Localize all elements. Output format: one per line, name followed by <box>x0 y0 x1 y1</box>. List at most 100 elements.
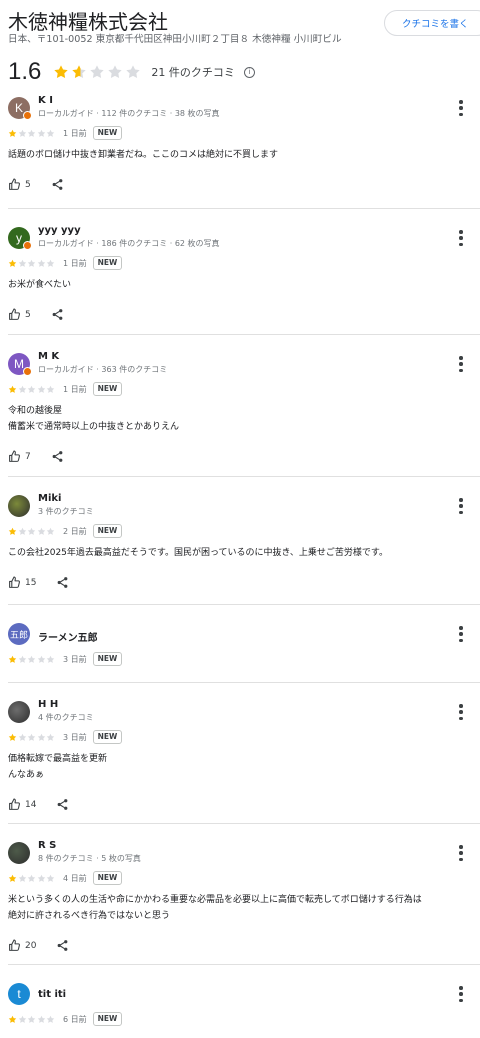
star-icon <box>8 874 17 882</box>
star-icon <box>46 1015 55 1023</box>
share-icon[interactable] <box>56 576 69 589</box>
review-divider <box>8 823 480 824</box>
share-icon[interactable] <box>56 939 69 952</box>
share-icon[interactable] <box>51 308 64 321</box>
review-divider <box>8 334 480 335</box>
review-rating: 1 日前 NEW <box>8 382 123 396</box>
more-options-icon[interactable] <box>458 845 464 861</box>
star-icon <box>27 874 36 882</box>
info-icon[interactable]: i <box>243 66 255 78</box>
star-icon <box>72 65 87 79</box>
like-count: 7 <box>25 451 31 462</box>
reviewer-name[interactable]: K I <box>38 95 53 106</box>
like-button[interactable]: 5 <box>8 308 31 321</box>
star-icon <box>46 527 55 535</box>
like-button[interactable]: 20 <box>8 939 36 952</box>
star-icon <box>37 129 45 137</box>
like-button[interactable]: 14 <box>8 798 36 811</box>
star-icon <box>54 65 69 79</box>
like-count: 14 <box>25 799 37 810</box>
thumbs-up-icon <box>9 178 20 190</box>
like-button[interactable]: 7 <box>8 450 31 463</box>
reviewer-name[interactable]: H H <box>38 699 58 710</box>
like-button[interactable]: 5 <box>8 178 31 191</box>
review-rating: 3 日前 NEW <box>8 652 123 666</box>
like-count: 15 <box>25 577 37 588</box>
star-icon <box>18 733 26 741</box>
thumbs-up-icon <box>9 798 20 810</box>
review-actions: 20 <box>8 939 69 952</box>
review-text: 絶対に許されるべき行為ではないと思う <box>8 911 171 921</box>
reviewer-meta: 3 件のクチコミ <box>38 507 94 516</box>
share-icon[interactable] <box>51 178 64 191</box>
star-icon <box>37 259 45 267</box>
write-review-button[interactable]: クチコミを書く <box>384 10 480 36</box>
star-icon <box>126 65 141 79</box>
reviewer-name[interactable]: ラーメン五郎 <box>38 629 98 644</box>
more-options-icon[interactable] <box>458 100 464 116</box>
star-icon <box>37 655 45 663</box>
more-options-icon[interactable] <box>458 498 464 514</box>
review-actions: 5 <box>8 308 64 321</box>
review-count: 21 件のクチコミ <box>151 66 235 79</box>
review-rating: 6 日前 NEW <box>8 1012 123 1026</box>
more-options-icon[interactable] <box>458 986 464 1002</box>
avatar[interactable] <box>8 842 30 864</box>
local-guide-badge-icon <box>23 367 32 376</box>
review-divider <box>8 964 480 965</box>
avatar[interactable] <box>8 495 30 517</box>
star-icon <box>46 874 55 882</box>
star-icon <box>37 733 45 741</box>
review-actions: 15 <box>8 576 69 589</box>
share-icon[interactable] <box>51 450 64 463</box>
star-icon <box>27 655 36 663</box>
reviewer-name[interactable]: R S <box>38 840 56 851</box>
review-date: 1 日前 <box>63 384 87 394</box>
review-date: 4 日前 <box>63 873 87 883</box>
avatar[interactable]: 五郎 <box>8 623 30 645</box>
share-icon[interactable] <box>56 798 69 811</box>
thumbs-up-icon <box>9 576 20 588</box>
star-icon <box>37 1015 45 1023</box>
place-header: 木徳神糧株式会社 日本、〒101-0052 東京都千代田区神田小川町２丁目８ 木… <box>0 0 480 96</box>
star-icon <box>18 655 26 663</box>
rating-summary: 1.6 21 件のクチコミ i <box>8 58 255 86</box>
like-button[interactable]: 15 <box>8 576 36 589</box>
rating-stars <box>53 64 141 80</box>
more-options-icon[interactable] <box>458 230 464 246</box>
review-text: んなあぁ <box>8 770 45 780</box>
star-icon <box>27 259 36 267</box>
new-badge: NEW <box>92 652 123 666</box>
new-badge: NEW <box>92 382 123 396</box>
review-stars <box>8 527 55 536</box>
star-icon <box>18 385 26 393</box>
review-text: 備蓄米で通常時以上の中抜きとかありえん <box>8 422 180 432</box>
more-options-icon[interactable] <box>458 626 464 642</box>
local-guide-badge-icon <box>23 241 32 250</box>
thumbs-up-icon <box>9 939 20 951</box>
thumbs-up-icon <box>9 450 20 462</box>
new-badge: NEW <box>92 256 123 270</box>
new-badge: NEW <box>92 871 123 885</box>
reviewer-name[interactable]: yyy yyy <box>38 225 81 236</box>
reviewer-name[interactable]: tit iti <box>38 989 66 1000</box>
reviewer-name[interactable]: Miki <box>38 493 61 504</box>
reviewer-meta: ローカルガイド · 112 件のクチコミ · 38 枚の写真 <box>38 109 220 118</box>
review-actions: 7 <box>8 450 64 463</box>
review-rating: 2 日前 NEW <box>8 524 123 538</box>
avatar[interactable] <box>8 701 30 723</box>
star-icon <box>46 259 55 267</box>
review-actions: 14 <box>8 798 69 811</box>
review-stars <box>8 655 55 664</box>
review-date: 1 日前 <box>63 258 87 268</box>
star-icon <box>27 1015 36 1023</box>
reviewer-meta: 4 件のクチコミ <box>38 713 94 722</box>
star-icon <box>18 1015 26 1023</box>
reviewer-name[interactable]: M K <box>38 351 59 362</box>
review-date: 3 日前 <box>63 654 87 664</box>
star-icon <box>18 874 26 882</box>
more-options-icon[interactable] <box>458 356 464 372</box>
avatar[interactable]: t <box>8 983 30 1005</box>
review-date: 6 日前 <box>63 1014 87 1024</box>
more-options-icon[interactable] <box>458 704 464 720</box>
